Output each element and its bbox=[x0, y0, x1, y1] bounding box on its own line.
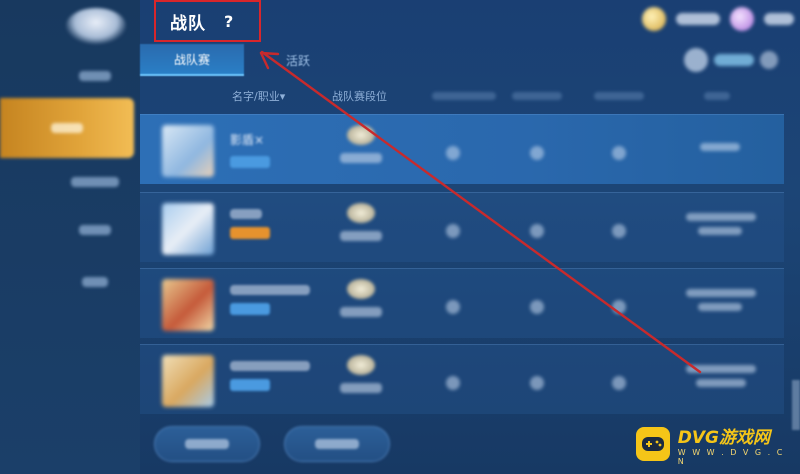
avatar bbox=[162, 125, 214, 177]
stat-dot bbox=[612, 224, 626, 238]
stat-dot bbox=[530, 376, 544, 390]
role-badge bbox=[336, 355, 386, 405]
watermark: DVG游戏网 W W W . D V G . C N bbox=[636, 420, 796, 468]
stat-dot bbox=[612, 376, 626, 390]
settings-icon[interactable] bbox=[760, 51, 778, 69]
stat-dot bbox=[530, 300, 544, 314]
sidebar-item-4[interactable] bbox=[50, 220, 140, 240]
member-row-1[interactable]: 影盾× bbox=[140, 114, 784, 184]
sidebar-item-1[interactable] bbox=[50, 66, 140, 86]
team-points bbox=[714, 54, 754, 66]
sidebar-item-5[interactable] bbox=[50, 272, 140, 292]
sidebar bbox=[0, 0, 140, 474]
tab-team-match[interactable]: 战队赛 bbox=[140, 44, 244, 76]
watermark-title: DVG游戏网 bbox=[677, 427, 770, 448]
tab-active[interactable]: 活跃 bbox=[268, 44, 328, 76]
stat-dot bbox=[446, 224, 460, 238]
member-name bbox=[230, 209, 262, 219]
gem-amount bbox=[764, 13, 794, 25]
gold-amount bbox=[676, 13, 720, 25]
sidebar-item-team[interactable] bbox=[0, 98, 134, 158]
role-badge bbox=[336, 203, 386, 253]
avatar bbox=[162, 279, 214, 331]
member-tag bbox=[230, 303, 270, 315]
stat-dot bbox=[530, 146, 544, 160]
stat-dot bbox=[446, 300, 460, 314]
member-tag bbox=[230, 379, 270, 391]
column-header-5 bbox=[594, 92, 644, 100]
column-header-6 bbox=[704, 92, 730, 100]
team-emblem-icon bbox=[684, 48, 708, 72]
stat-dot bbox=[612, 300, 626, 314]
page-title-box: 战队 ? bbox=[154, 0, 261, 42]
stat-dot bbox=[530, 224, 544, 238]
stat-dot bbox=[612, 146, 626, 160]
member-tag bbox=[230, 156, 270, 168]
member-status bbox=[686, 213, 756, 241]
member-status bbox=[686, 143, 756, 157]
game-logo bbox=[66, 8, 126, 44]
member-status bbox=[686, 365, 756, 393]
gamepad-icon bbox=[636, 427, 670, 461]
sidebar-item-3[interactable] bbox=[50, 172, 140, 192]
column-header-name[interactable]: 名字/职业▾ bbox=[232, 88, 285, 104]
help-icon[interactable]: ? bbox=[224, 12, 233, 31]
stat-dot bbox=[446, 146, 460, 160]
currency-bar bbox=[642, 6, 794, 32]
watermark-url: W W W . D V G . C N bbox=[677, 447, 785, 466]
role-badge bbox=[336, 125, 386, 175]
column-header-rank: 战队赛段位 bbox=[332, 90, 387, 103]
column-header-3 bbox=[432, 92, 496, 100]
member-row-3[interactable] bbox=[140, 268, 784, 338]
avatar bbox=[162, 355, 214, 407]
stat-dot bbox=[446, 376, 460, 390]
avatar bbox=[162, 203, 214, 255]
role-badge bbox=[336, 279, 386, 329]
gold-coin-icon bbox=[642, 7, 666, 31]
column-header-4 bbox=[512, 92, 562, 100]
member-name: 影盾× bbox=[230, 133, 265, 147]
bottom-button-2[interactable] bbox=[284, 426, 390, 462]
member-row-4[interactable] bbox=[140, 344, 784, 414]
member-row-2[interactable] bbox=[140, 192, 784, 262]
gem-icon bbox=[730, 7, 754, 31]
member-name bbox=[230, 285, 310, 295]
member-name bbox=[230, 361, 310, 371]
member-tag bbox=[230, 227, 270, 239]
page-title: 战队 bbox=[170, 13, 206, 34]
member-status bbox=[686, 289, 756, 317]
team-stats bbox=[684, 48, 778, 72]
bottom-button-1[interactable] bbox=[154, 426, 260, 462]
